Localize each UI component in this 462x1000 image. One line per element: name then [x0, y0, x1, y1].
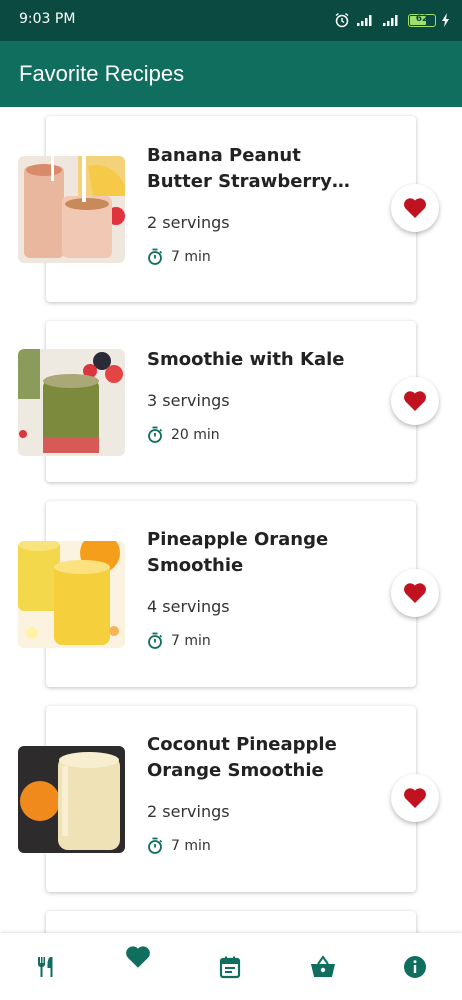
battery-indicator: 62 [408, 13, 436, 27]
recipe-title: Pineapple Orange Smoothie [147, 529, 329, 576]
recipe-time-row: 7 min [147, 248, 362, 266]
recipe-image [18, 349, 125, 456]
heart-icon [404, 583, 426, 603]
recipe-image [18, 541, 125, 648]
stopwatch-icon [148, 632, 163, 649]
recipe-title: Banana Peanut Butter Strawberry S... [147, 145, 332, 192]
favorite-button[interactable] [391, 774, 439, 822]
status-time: 9:03 PM [19, 11, 76, 27]
nav-info[interactable] [385, 933, 445, 1000]
recipe-card[interactable] [46, 911, 416, 933]
recipe-time-row: 7 min [147, 632, 362, 650]
recipe-info: Coconut Pineapple Orange Smoothie 2 serv… [147, 732, 362, 855]
signal-icon [357, 15, 372, 26]
status-icons: 62 [334, 12, 450, 28]
recipe-servings: 2 servings [147, 802, 230, 821]
heart-icon [404, 391, 426, 411]
recipe-info: Smoothie with Kale 3 servings 20 min [147, 347, 362, 444]
recipe-info: Pineapple Orange Smoothie 4 servings 7 m… [147, 527, 362, 650]
recipe-time: 7 min [171, 633, 211, 649]
recipe-time-row: 20 min [147, 426, 362, 444]
nav-meal-plan[interactable] [200, 933, 260, 1000]
recipe-image [18, 156, 125, 263]
favorite-button[interactable] [391, 184, 439, 232]
recipe-time: 7 min [171, 249, 211, 265]
battery-level: 62 [415, 13, 429, 24]
favorite-button[interactable] [391, 569, 439, 617]
alarm-icon [335, 12, 349, 28]
heart-icon [404, 788, 426, 808]
recipe-time: 20 min [171, 427, 220, 443]
recipe-info: Banana Peanut Butter Strawberry S... 2 s… [147, 143, 362, 266]
recipe-image [18, 746, 125, 853]
favorite-button[interactable] [391, 377, 439, 425]
stopwatch-icon [148, 426, 163, 443]
app-bar: Favorite Recipes [0, 41, 462, 107]
bottom-navigation [0, 933, 462, 1000]
recipe-time-row: 7 min [147, 837, 362, 855]
info-icon [404, 955, 426, 978]
heart-icon [404, 198, 426, 218]
recipe-time: 7 min [171, 838, 211, 854]
nav-shopping[interactable] [293, 933, 353, 1000]
recipe-title: Coconut Pineapple Orange Smoothie [147, 734, 337, 781]
page-title: Favorite Recipes [19, 61, 185, 86]
charging-icon [442, 13, 449, 27]
nav-favorites[interactable] [108, 933, 168, 1000]
status-bar: 9:03 PM 62 [0, 0, 462, 41]
fork-knife-icon [37, 956, 53, 977]
stopwatch-icon [148, 248, 163, 265]
recipe-servings: 4 servings [147, 597, 230, 616]
recipe-servings: 3 servings [147, 391, 230, 410]
heart-icon [126, 945, 150, 968]
recipe-servings: 2 servings [147, 213, 230, 232]
calendar-note-icon [219, 956, 241, 978]
recipe-list[interactable]: Banana Peanut Butter Strawberry S... 2 s… [0, 107, 462, 933]
recipe-title: Smoothie with Kale [147, 349, 345, 370]
stopwatch-icon [148, 837, 163, 854]
basket-icon [311, 954, 335, 977]
signal-icon-2 [383, 15, 398, 26]
nav-recipes[interactable] [17, 933, 77, 1000]
